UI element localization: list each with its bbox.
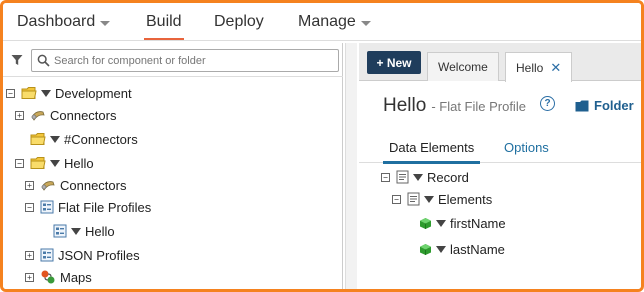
expand-icon[interactable]: + — [15, 110, 24, 120]
component-title: Hello - Flat File Profile — [383, 95, 526, 117]
search-input[interactable] — [54, 54, 334, 67]
component-explorer: − Development + Connectors #Connectors — [3, 43, 343, 289]
tab-hello[interactable]: Hello ✕ — [505, 52, 573, 82]
sub-tabs: Data Elements Options — [359, 133, 641, 164]
triangle-down-icon[interactable] — [50, 159, 60, 167]
collapse-icon[interactable]: − — [6, 88, 15, 98]
nav-dashboard-label: Dashboard — [17, 13, 96, 30]
nav-build[interactable]: Build — [144, 8, 184, 40]
field-cube-icon — [419, 243, 432, 256]
new-button[interactable]: + New — [367, 51, 421, 74]
nav-deploy[interactable]: Deploy — [214, 8, 264, 36]
tab-welcome[interactable]: Welcome — [427, 52, 499, 81]
profile-icon — [40, 248, 54, 262]
top-navigation: Dashboard Build Deploy Manage — [3, 3, 641, 41]
profile-node-record[interactable]: − Record — [381, 167, 469, 187]
search-icon — [37, 54, 50, 67]
tab-label: Hello — [516, 60, 544, 75]
tree-item-label: Connectors — [60, 177, 127, 193]
filter-button[interactable] — [7, 49, 27, 71]
profile-node-label: firstName — [450, 215, 506, 231]
collapse-icon[interactable]: − — [25, 202, 34, 212]
tree-item-label: #Connectors — [64, 131, 138, 147]
profile-icon — [53, 224, 67, 238]
record-icon — [407, 192, 420, 206]
nav-manage[interactable]: Manage — [298, 8, 371, 36]
profile-node-elements[interactable]: − Elements — [392, 189, 492, 209]
close-icon[interactable]: ✕ — [550, 60, 561, 76]
editor-panel: + New Welcome Hello ✕ Hello - Flat File … — [359, 43, 641, 289]
tree-item-development[interactable]: − Development — [6, 83, 132, 103]
nav-manage-label: Manage — [298, 13, 356, 30]
tree-item-label: JSON Profiles — [58, 247, 140, 263]
divider — [3, 76, 343, 77]
map-icon — [40, 269, 56, 285]
folder-icon — [575, 100, 589, 111]
tree-item-maps[interactable]: + Maps — [25, 267, 92, 287]
connector-icon — [40, 178, 56, 192]
tree-item-label: Connectors — [50, 107, 117, 123]
folder-icon — [30, 156, 46, 170]
collapse-icon[interactable]: − — [392, 194, 401, 204]
profile-node-first-name[interactable]: firstName — [419, 213, 506, 233]
nav-build-label: Build — [146, 13, 182, 30]
tree-item-hello-profile[interactable]: Hello — [53, 221, 115, 241]
triangle-down-icon[interactable] — [436, 219, 446, 227]
folder-link-label: Folder — [594, 98, 634, 113]
tree-item-hello-folder[interactable]: − Hello — [15, 153, 94, 173]
filter-icon — [11, 55, 23, 65]
tree-item-label: Development — [55, 85, 132, 101]
component-type: - Flat File Profile — [431, 99, 526, 114]
tree-item-flat-file-profiles[interactable]: − Flat File Profiles — [25, 197, 151, 217]
expand-icon[interactable]: + — [25, 250, 34, 260]
profile-node-label: Elements — [438, 191, 493, 207]
component-name: Hello — [383, 95, 427, 116]
vertical-scrollbar[interactable] — [345, 43, 357, 289]
tree-item-connectors[interactable]: + Connectors — [15, 105, 116, 125]
folder-icon — [30, 132, 46, 146]
tab-label: Welcome — [438, 60, 488, 74]
triangle-down-icon[interactable] — [413, 173, 423, 181]
profile-icon — [40, 200, 54, 214]
folder-icon — [21, 86, 37, 100]
tree-item-json-profiles[interactable]: + JSON Profiles — [25, 245, 140, 265]
tab-options[interactable]: Options — [504, 140, 549, 155]
triangle-down-icon[interactable] — [436, 245, 446, 253]
tree-item-label: Flat File Profiles — [58, 199, 152, 215]
triangle-down-icon[interactable] — [41, 89, 51, 97]
tab-data-elements[interactable]: Data Elements — [382, 140, 481, 164]
expand-icon[interactable]: + — [25, 272, 34, 282]
field-cube-icon — [419, 217, 432, 230]
tab-bar: + New Welcome Hello ✕ — [359, 43, 641, 82]
nav-dashboard[interactable]: Dashboard — [17, 8, 111, 36]
tree-item-hash-connectors[interactable]: #Connectors — [30, 129, 138, 149]
tree-item-label: Hello — [85, 223, 115, 239]
folder-link[interactable]: Folder — [575, 98, 634, 113]
collapse-icon[interactable]: − — [381, 172, 390, 182]
profile-node-last-name[interactable]: lastName — [419, 239, 505, 259]
nav-deploy-label: Deploy — [214, 13, 264, 30]
tree-item-connectors[interactable]: + Connectors — [25, 175, 126, 195]
collapse-icon[interactable]: − — [15, 158, 24, 168]
triangle-down-icon[interactable] — [424, 195, 434, 203]
record-icon — [396, 170, 409, 184]
profile-node-label: Record — [427, 169, 469, 185]
expand-icon[interactable]: + — [25, 180, 34, 190]
connector-icon — [30, 108, 46, 122]
app-window: Dashboard Build Deploy Manage Search for… — [0, 0, 644, 292]
triangle-down-icon[interactable] — [50, 135, 60, 143]
help-icon[interactable]: ? — [540, 96, 555, 111]
search-box[interactable] — [31, 49, 339, 72]
triangle-down-icon[interactable] — [71, 227, 81, 235]
tree-item-label: Hello — [64, 155, 94, 171]
chevron-down-icon — [100, 20, 111, 26]
chevron-down-icon — [360, 20, 371, 26]
profile-node-label: lastName — [450, 241, 505, 257]
tree-item-label: Maps — [60, 269, 92, 285]
